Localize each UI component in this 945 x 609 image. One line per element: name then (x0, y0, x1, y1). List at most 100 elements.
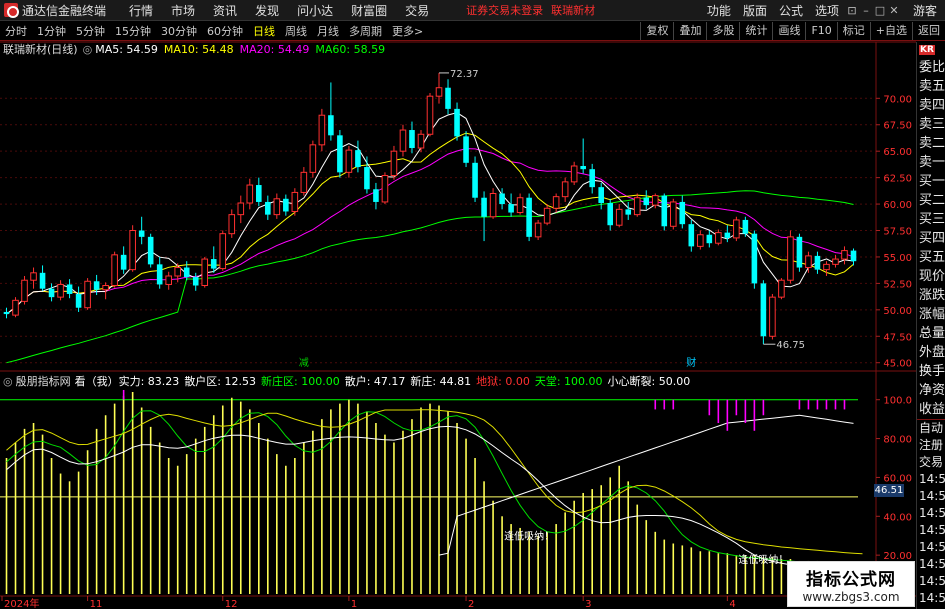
candle-body-down (454, 108, 460, 137)
candle-body-down (688, 224, 695, 247)
candle-body-down (256, 185, 262, 202)
sub-value-new-dealer-zone: 新庄区: 100.00 (261, 375, 340, 388)
sub-indicator-name: 殷朋指标网 (15, 375, 71, 388)
candle-body-down (661, 195, 668, 227)
main-y-tick-label: 55.00 (883, 253, 912, 264)
candle-body-up (84, 280, 91, 309)
sub-y-tick-label: 60.00 (883, 473, 912, 484)
time-label: 14:55 (919, 472, 945, 486)
chart-canvas[interactable]: 70.00 67.50 65.00 62.50 60.00 57.50 55.00 52.50… (0, 0, 916, 609)
candle-body-up (273, 198, 281, 216)
candle-body-down (445, 87, 451, 109)
time-label: 14:55 (919, 506, 945, 520)
candle-body-down (589, 169, 595, 188)
candle-body-up (219, 233, 227, 270)
trade-action-item[interactable]: 自动 (917, 420, 945, 437)
candle-body-up (651, 195, 659, 206)
guest-account[interactable]: 游客 (913, 2, 937, 19)
sub-y-tick-label: 40.00 (883, 512, 912, 523)
quote-field-label: 卖三 (919, 117, 945, 132)
ma5-line (6, 112, 854, 315)
candle-body-down (192, 277, 199, 286)
candle-body-down (156, 264, 163, 285)
back-button[interactable]: 返回 (912, 21, 945, 40)
watermark: 指标公式网 www.zbgs3.com (787, 561, 915, 607)
indicator-settings-icon[interactable]: ◎ (83, 43, 93, 56)
candle-body-up (21, 279, 28, 302)
quote-field-label: 外盘 (919, 345, 945, 360)
x-axis-label: 2 (468, 599, 474, 609)
candle-body-up (489, 192, 497, 218)
time-label: 14:55 (919, 574, 945, 588)
candle-body-up (309, 144, 317, 173)
smooth-line-white (6, 425, 863, 573)
candle-body-up (399, 129, 407, 152)
candle-body-down (210, 259, 217, 269)
watermark-title: 指标公式网 (806, 569, 896, 590)
candle-body-up (129, 230, 136, 271)
main-y-tick-label: 62.50 (883, 174, 912, 185)
candle-body-down (328, 115, 334, 136)
quote-field-label: 收益 (919, 402, 945, 417)
candle-body-up (561, 181, 569, 198)
smooth-line-green (6, 410, 863, 567)
candle-body-up (111, 254, 118, 287)
candle-body-down (760, 283, 767, 337)
candle-body-down (120, 254, 127, 270)
time-label: 14:55 (919, 540, 945, 554)
candle-body-down (463, 136, 469, 163)
current-value-box: 46.51 (874, 484, 904, 497)
main-y-tick-label: 67.50 (883, 121, 912, 132)
candle-body-down (93, 281, 100, 290)
ma20-label: MA20: 54.49 (239, 42, 310, 56)
quote-field-label: 买二 (919, 193, 945, 208)
candle-body-down (373, 189, 379, 202)
trade-action-item[interactable]: 注册 (917, 437, 945, 454)
candle-body-up (291, 191, 299, 212)
kr-badge[interactable]: KR (917, 42, 945, 58)
candle-body-up (426, 95, 434, 135)
quote-field-label: 涨跌 (919, 288, 945, 303)
candle-body-down (607, 203, 614, 226)
ma10-label: MA10: 54.48 (163, 42, 234, 56)
candle-body-down (751, 233, 758, 284)
x-axis-label: 4 (729, 599, 735, 609)
candle-body-down (472, 162, 478, 198)
time-label: 14:55 (919, 489, 945, 503)
candle-body-down (409, 130, 415, 149)
candle-body-up (57, 283, 64, 298)
candle-body-up (300, 171, 308, 193)
candle-body-up (174, 267, 181, 277)
candle-body-up (381, 175, 389, 203)
candle-body-down (283, 198, 289, 212)
candle-body-up (318, 114, 326, 146)
sub-value-strength: 看（我）实力: 83.23 (74, 375, 180, 388)
ma5-label: MA5: 54.59 (95, 42, 158, 56)
candle-body-up (552, 196, 560, 209)
candle-body-up (543, 207, 551, 224)
low-price-label: 46.75 (776, 340, 805, 351)
ma10-line (6, 132, 854, 315)
candle-body-down (580, 165, 586, 170)
candle-body-up (516, 197, 524, 214)
quote-field-label: 涨幅 (919, 307, 945, 322)
candle-body-up (228, 214, 236, 235)
candle-body-up (417, 133, 425, 149)
sub-y-tick-label: 80.00 (883, 435, 912, 446)
x-axis-label: 12 (225, 599, 238, 609)
quote-field-label: 总量 (919, 326, 945, 341)
candle-body-down (850, 250, 857, 262)
main-y-tick-label: 45.00 (883, 359, 912, 370)
candle-body-up (778, 279, 785, 298)
candle-body-down (625, 209, 632, 215)
trade-action-item[interactable]: 交易 (917, 454, 945, 471)
candle-body-down (75, 293, 82, 308)
quote-field-label: 买三 (919, 212, 945, 227)
candle-body-down (48, 288, 55, 298)
candle-body-up (669, 201, 677, 227)
candle-body-down (138, 230, 145, 237)
main-y-tick-label: 47.50 (883, 332, 912, 343)
main-y-tick-label: 70.00 (883, 94, 912, 105)
sub-settings-icon[interactable]: ◎ (3, 375, 13, 388)
sub-chart-header: ◎ 殷朋指标网 看（我）实力: 83.23 散户区: 12.53 新庄区: 10… (0, 374, 690, 389)
